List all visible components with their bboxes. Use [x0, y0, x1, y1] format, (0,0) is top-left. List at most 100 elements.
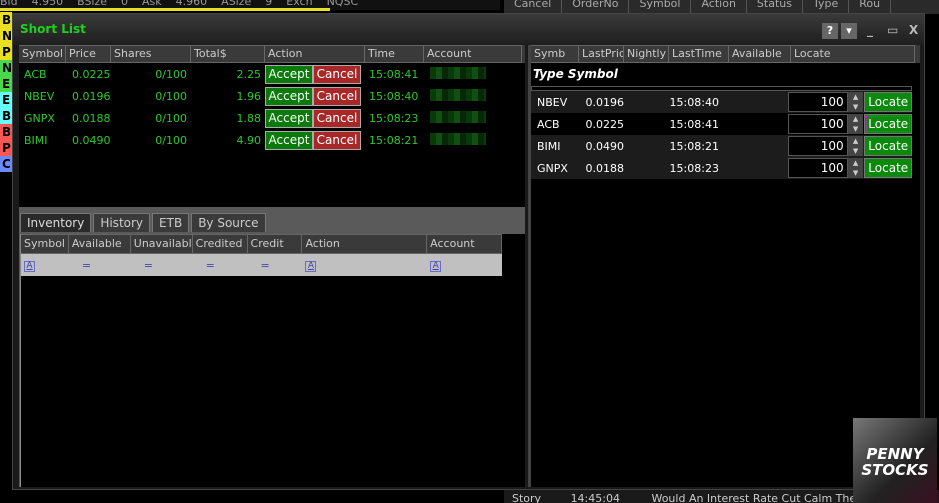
column-header-symb[interactable]: Symb — [531, 45, 579, 63]
accept-button[interactable]: Accept — [265, 86, 313, 106]
last-time-cell: 15:08:23 — [669, 161, 719, 175]
account-cell — [424, 132, 522, 148]
watchlist-symbol[interactable]: P — [0, 44, 12, 60]
minimize-button[interactable]: _ — [867, 23, 873, 37]
close-button[interactable]: X — [909, 23, 918, 37]
column-header-total[interactable]: Total$ — [191, 45, 265, 63]
type-symbol-input[interactable]: Type Symbol — [531, 63, 920, 86]
watchlist-symbol[interactable]: B — [0, 108, 12, 124]
orders-column-header[interactable]: OrderNo — [562, 0, 630, 14]
total-cell: 2.25 — [236, 67, 262, 81]
quantity-input[interactable]: 100 — [788, 92, 848, 112]
quantity-stepper[interactable]: ▲ ▼ — [847, 136, 864, 156]
watchlist-symbol[interactable]: E — [0, 76, 12, 92]
column-header-unavailable[interactable]: Unavailable — [130, 234, 193, 254]
column-header-symbol[interactable]: Symbol — [19, 45, 66, 63]
filter-equals-icon[interactable]: = — [134, 259, 153, 272]
column-header-account[interactable]: Account — [427, 234, 503, 254]
column-header-lasttime[interactable]: LastTime — [669, 45, 729, 63]
orders-column-header[interactable]: Action — [691, 0, 747, 14]
column-header-available[interactable]: Available — [68, 234, 131, 254]
tab-history[interactable]: History — [93, 213, 151, 232]
watchlist-symbol[interactable]: N — [0, 28, 12, 44]
locate-button[interactable]: Locate — [864, 136, 912, 156]
orders-column-header[interactable]: Cancel — [504, 0, 563, 14]
filter-cell[interactable]: A — [427, 258, 502, 272]
symbol-cell: BIMI — [537, 139, 561, 153]
cancel-button[interactable]: Cancel — [313, 130, 361, 150]
cancel-button[interactable]: Cancel — [313, 108, 361, 128]
watchlist-symbol[interactable]: N — [0, 60, 12, 76]
watchlist-symbol[interactable]: B — [0, 124, 12, 140]
price-cell: 0.0196 — [72, 89, 111, 103]
accept-button[interactable]: Accept — [265, 108, 313, 128]
tab-by-source[interactable]: By Source — [191, 213, 266, 232]
quantity-input[interactable]: 100 — [788, 158, 848, 178]
filter-text-icon[interactable]: A — [305, 261, 317, 272]
tab-inventory[interactable]: Inventory — [20, 213, 92, 232]
column-header-account[interactable]: Account — [424, 45, 522, 63]
quantity-input[interactable]: 100 — [788, 136, 848, 156]
locate-button[interactable]: Locate — [864, 92, 912, 112]
locate-header: Symb LastPric Nightly LastTime Available Loca… — [531, 45, 920, 63]
filter-text-icon[interactable]: A — [24, 261, 35, 272]
inventory-filter-row[interactable]: A = = = = A A — [21, 254, 502, 276]
column-header-credited[interactable]: Credited — [192, 234, 248, 254]
locate-button[interactable]: Locate — [864, 114, 912, 134]
accept-button[interactable]: Accept — [265, 130, 313, 150]
column-header-lastpric[interactable]: LastPric — [579, 45, 624, 63]
column-header-price[interactable]: Price — [66, 45, 111, 63]
locate-button[interactable]: Locate — [864, 158, 912, 178]
accept-button[interactable]: Accept — [265, 64, 313, 84]
filter-text-icon[interactable]: A — [430, 261, 442, 272]
menu-dropdown-button[interactable]: ▾ — [841, 23, 857, 39]
cancel-button[interactable]: Cancel — [313, 64, 361, 84]
time-cell: 15:08:41 — [369, 67, 419, 81]
shares-cell: 0/100 — [155, 133, 187, 147]
filter-cell[interactable]: = — [131, 259, 193, 272]
column-header-shares[interactable]: Shares — [111, 45, 191, 63]
column-header-locate[interactable]: Locate — [791, 45, 915, 63]
help-button[interactable]: ? — [822, 23, 838, 39]
filter-cell[interactable]: = — [193, 259, 248, 272]
maximize-button[interactable]: ▭ — [887, 23, 898, 37]
title-bar[interactable]: Short List ? ▾ _ ▭ X — [13, 14, 924, 45]
quantity-stepper[interactable]: ▲ ▼ — [847, 92, 864, 112]
column-header-symbol[interactable]: Symbol — [21, 234, 69, 254]
quantity-stepper[interactable]: ▲ ▼ — [847, 114, 864, 134]
news-time: 14:45:04 — [570, 492, 620, 503]
tab-etb[interactable]: ETB — [152, 213, 190, 232]
time-cell: 15:08:21 — [369, 133, 419, 147]
orders-column-header[interactable]: Status — [747, 0, 803, 14]
cancel-button[interactable]: Cancel — [313, 86, 361, 106]
orders-column-header[interactable]: Type — [803, 0, 850, 14]
column-header-credit[interactable]: Credit — [247, 234, 303, 254]
filter-cell[interactable]: = — [248, 259, 303, 272]
quantity-input[interactable]: 100 — [788, 114, 848, 134]
time-cell: 15:08:23 — [369, 111, 419, 125]
penny-stocks-logo: PENNY STOCKS — [853, 418, 937, 503]
table-row: ACB 0.0225 0/100 2.25 Accept Cancel 15:08:41 — [19, 63, 525, 85]
quantity-stepper[interactable]: ▲ ▼ — [847, 158, 864, 178]
column-header-available[interactable]: Available — [729, 45, 791, 63]
filter-equals-icon[interactable]: = — [251, 259, 270, 272]
watchlist-symbol[interactable]: C — [0, 156, 12, 172]
watchlist-symbol[interactable]: P — [0, 140, 12, 156]
column-header-nightly[interactable]: Nightly — [624, 45, 669, 63]
filter-equals-icon[interactable]: = — [196, 259, 215, 272]
filter-cell[interactable]: = — [69, 259, 131, 272]
filter-cell[interactable]: A — [21, 258, 69, 272]
last-price-cell: 0.0490 — [585, 139, 624, 153]
watchlist-symbol[interactable]: E — [0, 92, 12, 108]
filter-cell[interactable]: A — [302, 258, 427, 272]
orders-column-header[interactable]: Symbol — [629, 0, 692, 14]
quote-field: NQSC — [326, 0, 359, 8]
locate-row: GNPX 0.0188 15:08:23 100 ▲ ▼ Locate — [531, 157, 912, 179]
filter-equals-icon[interactable]: = — [72, 259, 91, 272]
column-header-time[interactable]: Time — [365, 45, 424, 63]
column-header-action[interactable]: Action — [265, 45, 365, 63]
orders-column-header[interactable]: Rou — [849, 0, 892, 14]
watchlist-symbol[interactable]: B — [0, 12, 12, 28]
symbol-cell: GNPX — [24, 111, 55, 125]
column-header-action[interactable]: Action — [302, 234, 428, 254]
